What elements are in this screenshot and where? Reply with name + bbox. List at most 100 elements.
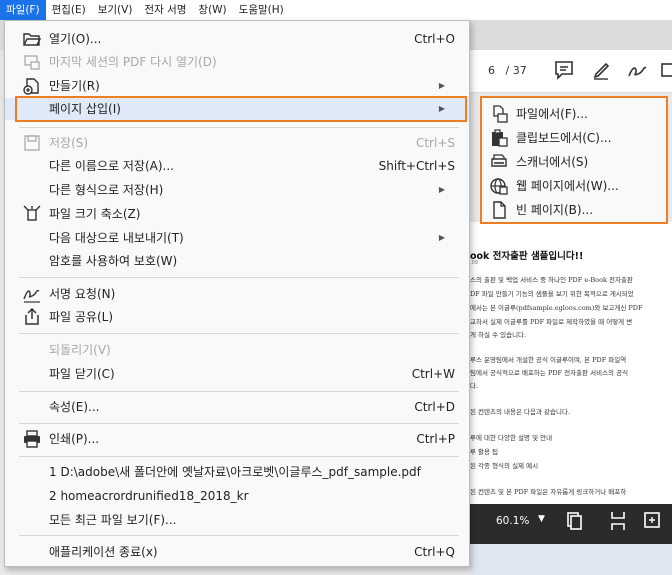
menu-item-shortcut: Ctrl+O	[414, 32, 455, 46]
menu-separator	[19, 423, 459, 424]
highlight-outline	[15, 96, 467, 122]
doc-line: 루스 운영팀에서 개설한 공식 이글루이며, 본 PDF 파일역	[470, 356, 627, 364]
zoom-dropdown-icon[interactable]: ▼	[538, 514, 545, 524]
doc-line: 에서는 본 이글루(pdfsample.egloos.com)와 보고게신 PD…	[470, 304, 643, 312]
menu-item-properties[interactable]: 속성(E)... Ctrl+D	[5, 396, 469, 418]
menu-item-export[interactable]: 다음 대상으로 내보내기(T) ▶	[5, 227, 469, 249]
menu-item-label: 되돌리기(V)	[49, 343, 111, 357]
fit-page-icon[interactable]	[608, 510, 628, 532]
doc-line: 루 활용 팁	[470, 448, 499, 456]
menu-item-recent-1[interactable]: 1 D:\adobe\새 폴더안에 옛날자료\아크로벳\이글루스_pdf_sam…	[5, 461, 469, 483]
menu-item-close-file[interactable]: 파일 닫기(C) Ctrl+W	[5, 363, 469, 385]
save-icon	[24, 135, 40, 151]
menu-item-label: 만들기(R)	[49, 79, 100, 93]
compress-icon	[23, 205, 41, 221]
share-icon	[25, 308, 39, 325]
doc-line: 스의 출판 및 백업 서비스 중 하나인 PDF e-Book 전자출판	[470, 276, 633, 284]
menu-window[interactable]: 창(W)	[192, 0, 232, 20]
menu-separator	[19, 391, 459, 392]
doc-title: ook 전자출판 샘플입니다!!	[470, 251, 584, 262]
menu-view[interactable]: 보기(V)	[92, 0, 139, 20]
menu-item-shortcut: Ctrl+P	[416, 432, 455, 446]
submenu-item-label: 웹 페이지에서(W)...	[516, 179, 619, 193]
menu-item-label: 속성(E)...	[49, 400, 100, 414]
doc-line: 다.	[470, 382, 479, 390]
scanner-icon	[491, 154, 507, 167]
menu-item-label: 암호를 사용하여 보호(W)	[49, 254, 178, 268]
menu-item-exit[interactable]: 애플리케이션 종료(x) Ctrl+Q	[5, 541, 469, 563]
menu-item-label: 다른 형식으로 저장(H)	[49, 183, 164, 197]
doc-line: 루에 대한 다양한 설명 및 안내	[470, 434, 553, 442]
menu-help[interactable]: 도움말(H)	[233, 0, 290, 20]
comment-icon[interactable]	[552, 58, 576, 82]
menu-item-label: 파일 공유(L)	[49, 310, 114, 324]
submenu-arrow-icon: ▶	[438, 233, 445, 242]
menu-e-sign[interactable]: 전자 서명	[138, 0, 192, 20]
doc-date: .09	[470, 260, 478, 266]
insert-page-submenu: 파일에서(F)... 클립보드에서(C)... 스캐너에서(S) 웹 페이지에서…	[480, 96, 668, 224]
menu-separator	[19, 127, 459, 128]
submenu-item-from-web-page[interactable]: 웹 페이지에서(W)...	[482, 174, 666, 198]
doc-line: 게 하실 수 있습니다.	[470, 331, 527, 339]
submenu-item-from-file[interactable]: 파일에서(F)...	[482, 102, 666, 126]
menu-item-label: 마지막 세션의 PDF 다시 열기(D)	[49, 55, 217, 69]
web-page-icon	[490, 178, 508, 195]
menu-item-save-as-other[interactable]: 다른 형식으로 저장(H) ▶	[5, 179, 469, 201]
menu-item-open[interactable]: 열기(O)... Ctrl+O	[5, 28, 469, 50]
page-current[interactable]: 6	[488, 64, 495, 77]
submenu-item-label: 파일에서(F)...	[516, 107, 588, 121]
fullscreen-icon[interactable]	[642, 510, 662, 530]
menu-item-label: 1 D:\adobe\새 폴더안에 옛날자료\아크로벳\이글루스_pdf_sam…	[49, 465, 421, 479]
menu-item-request-signature[interactable]: 서명 요청(N)	[5, 283, 469, 305]
stamp-icon[interactable]	[658, 58, 672, 82]
menu-item-revert[interactable]: 되돌리기(V)	[5, 339, 469, 361]
menu-item-create[interactable]: 만들기(R) ▶	[5, 75, 469, 97]
menu-separator	[19, 333, 459, 334]
page-total: / 37	[505, 64, 527, 77]
menu-item-label: 모든 최근 파일 보기(F)...	[49, 513, 177, 527]
page-indicator[interactable]: 6 / 37	[474, 64, 527, 77]
doc-line: 된 컨텐츠의 내용은 다음과 같습니다.	[470, 408, 571, 416]
menu-item-reduce-size[interactable]: 파일 크기 축소(Z)	[5, 203, 469, 225]
menu-item-recent-2[interactable]: 2 homeacrordrunified18_2018_kr	[5, 485, 469, 507]
menu-item-all-recent[interactable]: 모든 최근 파일 보기(F)...	[5, 509, 469, 531]
menu-separator	[19, 535, 459, 536]
folder-open-icon	[23, 33, 41, 46]
menu-item-save-as[interactable]: 다른 이름으로 저장(A)... Shift+Ctrl+S	[5, 155, 469, 177]
from-file-icon	[493, 105, 508, 123]
menu-item-share[interactable]: 파일 공유(L)	[5, 306, 469, 328]
menu-item-shortcut: Ctrl+S	[415, 136, 455, 150]
menu-item-label: 인쇄(P)...	[49, 432, 100, 446]
reopen-session-icon	[24, 55, 40, 70]
submenu-item-label: 스캐너에서(S)	[516, 155, 589, 169]
submenu-arrow-icon: ▶	[438, 81, 445, 90]
menu-item-reopen-session[interactable]: 마지막 세션의 PDF 다시 열기(D)	[5, 51, 469, 73]
menu-item-print[interactable]: 인쇄(P)... Ctrl+P	[5, 428, 469, 450]
doc-line: DF 파일 만들기 기능의 샘플을 보기 위한 목적으로 게시되었	[470, 290, 634, 298]
menu-item-label: 파일 닫기(C)	[49, 367, 115, 381]
submenu-item-blank-page[interactable]: 빈 페이지(B)...	[482, 198, 666, 222]
page-view-icon[interactable]	[564, 511, 584, 531]
doc-line: 된 각종 형식의 실제 예시	[470, 462, 539, 470]
menu-item-save[interactable]: 저장(S) Ctrl+S	[5, 132, 469, 154]
file-menu: 열기(O)... Ctrl+O 마지막 세션의 PDF 다시 열기(D) 만들기…	[4, 20, 470, 567]
menu-bar: 파일(F) 편집(E) 보기(V) 전자 서명 창(W) 도움말(H)	[0, 0, 672, 20]
menu-item-label: 2 homeacrordrunified18_2018_kr	[49, 489, 249, 503]
submenu-item-label: 클립보드에서(C)...	[516, 131, 612, 145]
sign-request-icon	[23, 289, 40, 303]
menu-item-label: 파일 크기 축소(Z)	[49, 207, 141, 221]
zoom-level[interactable]: 60.1%	[496, 515, 529, 527]
menu-item-shortcut: Ctrl+W	[411, 367, 455, 381]
submenu-item-from-scanner[interactable]: 스캐너에서(S)	[482, 150, 666, 174]
menu-edit[interactable]: 편집(E)	[46, 0, 92, 20]
menu-item-protect[interactable]: 암호를 사용하여 보호(W)	[5, 250, 469, 272]
submenu-item-from-clipboard[interactable]: 클립보드에서(C)...	[482, 126, 666, 150]
menu-item-shortcut: Ctrl+D	[414, 400, 455, 414]
menu-item-label: 열기(O)...	[49, 32, 102, 46]
sign-icon[interactable]	[626, 58, 650, 82]
menu-item-label: 저장(S)	[49, 136, 89, 150]
highlight-pen-icon[interactable]	[590, 58, 614, 82]
submenu-arrow-icon: ▶	[438, 185, 445, 194]
menu-separator	[19, 277, 459, 278]
menu-file[interactable]: 파일(F)	[0, 0, 46, 20]
